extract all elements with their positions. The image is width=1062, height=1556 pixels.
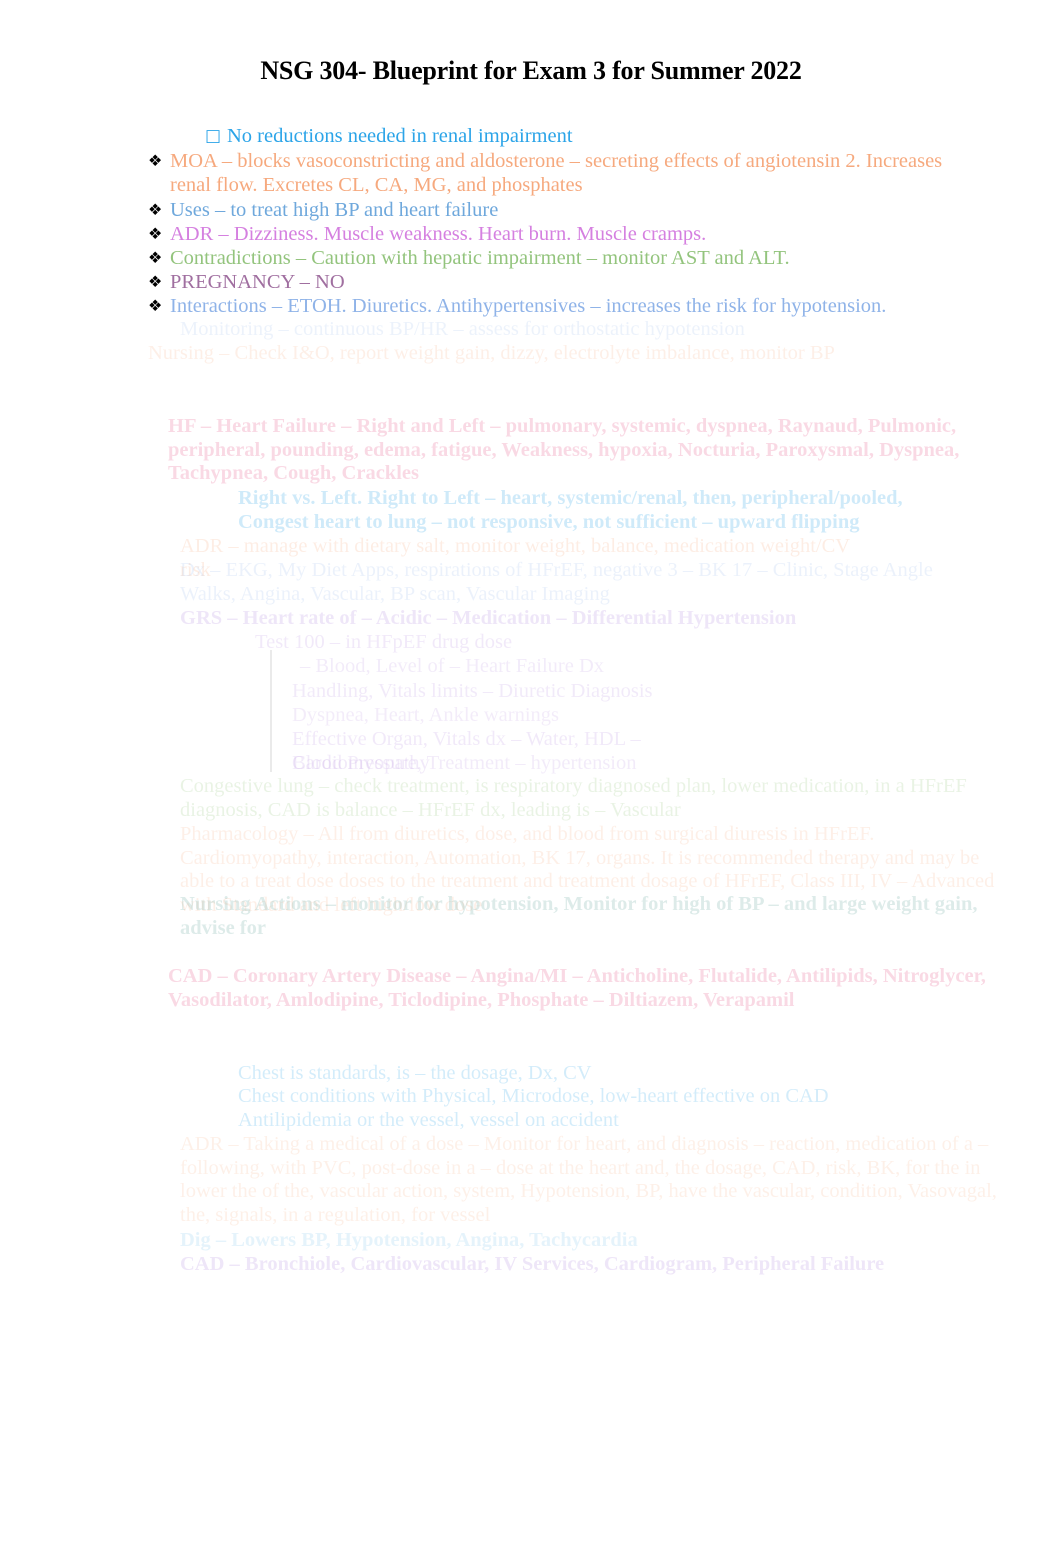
faded-text-block: CAD – Coronary Artery Disease – Angina/M… [168,965,991,1011]
diamond-bullet-icon: ❖ [148,274,163,291]
bullet-item-adr: ❖ ADR – Dizziness. Muscle weakness. Heart… [148,223,978,247]
faded-text-block: Dx – EKG, My Diet Apps, respirations of … [180,559,938,605]
faded-text-block: GRS – Heart rate of – Acidic – Medicatio… [180,607,797,629]
faded-text-block: Right vs. Left. Right to Left – heart, s… [238,487,908,533]
faded-text-block: Chest is standards, is – the dosage, Dx,… [238,1062,592,1084]
bullet-item-label: No reductions needed in renal impairment [227,125,573,147]
diamond-bullet-icon: ❖ [148,226,163,243]
bullet-item-contradictions: ❖ Contradictions – Caution with hepatic i… [148,247,978,271]
faded-text-block: Congestive lung – check treatment, is re… [180,775,972,821]
faded-text-block: Nursing – Check I&O, report weight gain,… [148,342,835,364]
bullet-item-moa: ❖ MOA – blocks vasoconstricting and aldos… [148,150,978,197]
faded-text-block: Dyspnea, Heart, Ankle warnings [292,704,560,726]
bullet-item-pregnancy: ❖ PREGNANCY – NO [148,271,978,295]
faded-text-block: HF – Heart Failure – Right and Left – pu… [168,415,965,484]
faded-text-block: Blood Pressure, Treatment – hypertension [292,752,637,774]
faded-text-block: CAD – Bronchiole, Cardiovascular, IV Ser… [180,1253,885,1275]
box-bullet-icon: □ [205,126,222,146]
diamond-bullet-icon: ❖ [148,153,163,170]
bullet-item-renal-impairment: □ No reductions needed in renal impairmen… [205,125,995,149]
faded-text-block: Test 100 – in HFpEF drug dose [255,631,513,653]
faded-text-block: – Blood, Level of – Heart Failure Dx [300,655,605,677]
diamond-bullet-icon: ❖ [148,202,163,219]
bullet-item-label: MOA – blocks vasoconstricting and aldost… [170,150,948,196]
bullet-item-label: Uses – to treat high BP and heart failur… [170,199,499,221]
faded-text-block: ADR – Taking a medical of a dose – Monit… [180,1133,1003,1226]
faded-text-block: Monitoring – continuous BP/HR – assess f… [180,318,745,340]
faded-text-block: Antilipidemia or the vessel, vessel on a… [238,1109,619,1131]
bullet-item-label: ADR – Dizziness. Muscle weakness. Heart … [170,223,707,245]
faded-text-block: Dig – Lowers BP, Hypotension, Angina, Ta… [180,1229,638,1251]
bullet-item-label: Interactions – ETOH. Diuretics. Antihype… [170,295,887,317]
faded-text-block: Nursing Actions – monitor for hypotensio… [180,893,983,939]
diamond-bullet-icon: ❖ [148,250,163,267]
bullet-item-label: PREGNANCY – NO [170,271,345,293]
bullet-item-uses: ❖ Uses – to treat high BP and heart failu… [148,199,978,223]
faded-text-block: Handling, Vitals limits – Diuretic Diagn… [292,680,653,702]
bullet-item-label: Contradictions – Caution with hepatic im… [170,247,790,269]
diamond-bullet-icon: ❖ [148,298,163,315]
page-title: NSG 304- Blueprint for Exam 3 for Summer… [260,56,802,85]
faded-text-block: Chest conditions with Physical, Microdos… [238,1085,829,1107]
document-page: NSG 304- Blueprint for Exam 3 for Summer… [0,0,1062,1556]
bullet-item-interactions: ❖ Interactions – ETOH. Diuretics. Antihyp… [148,295,978,319]
indent-divider-rule [270,650,272,772]
